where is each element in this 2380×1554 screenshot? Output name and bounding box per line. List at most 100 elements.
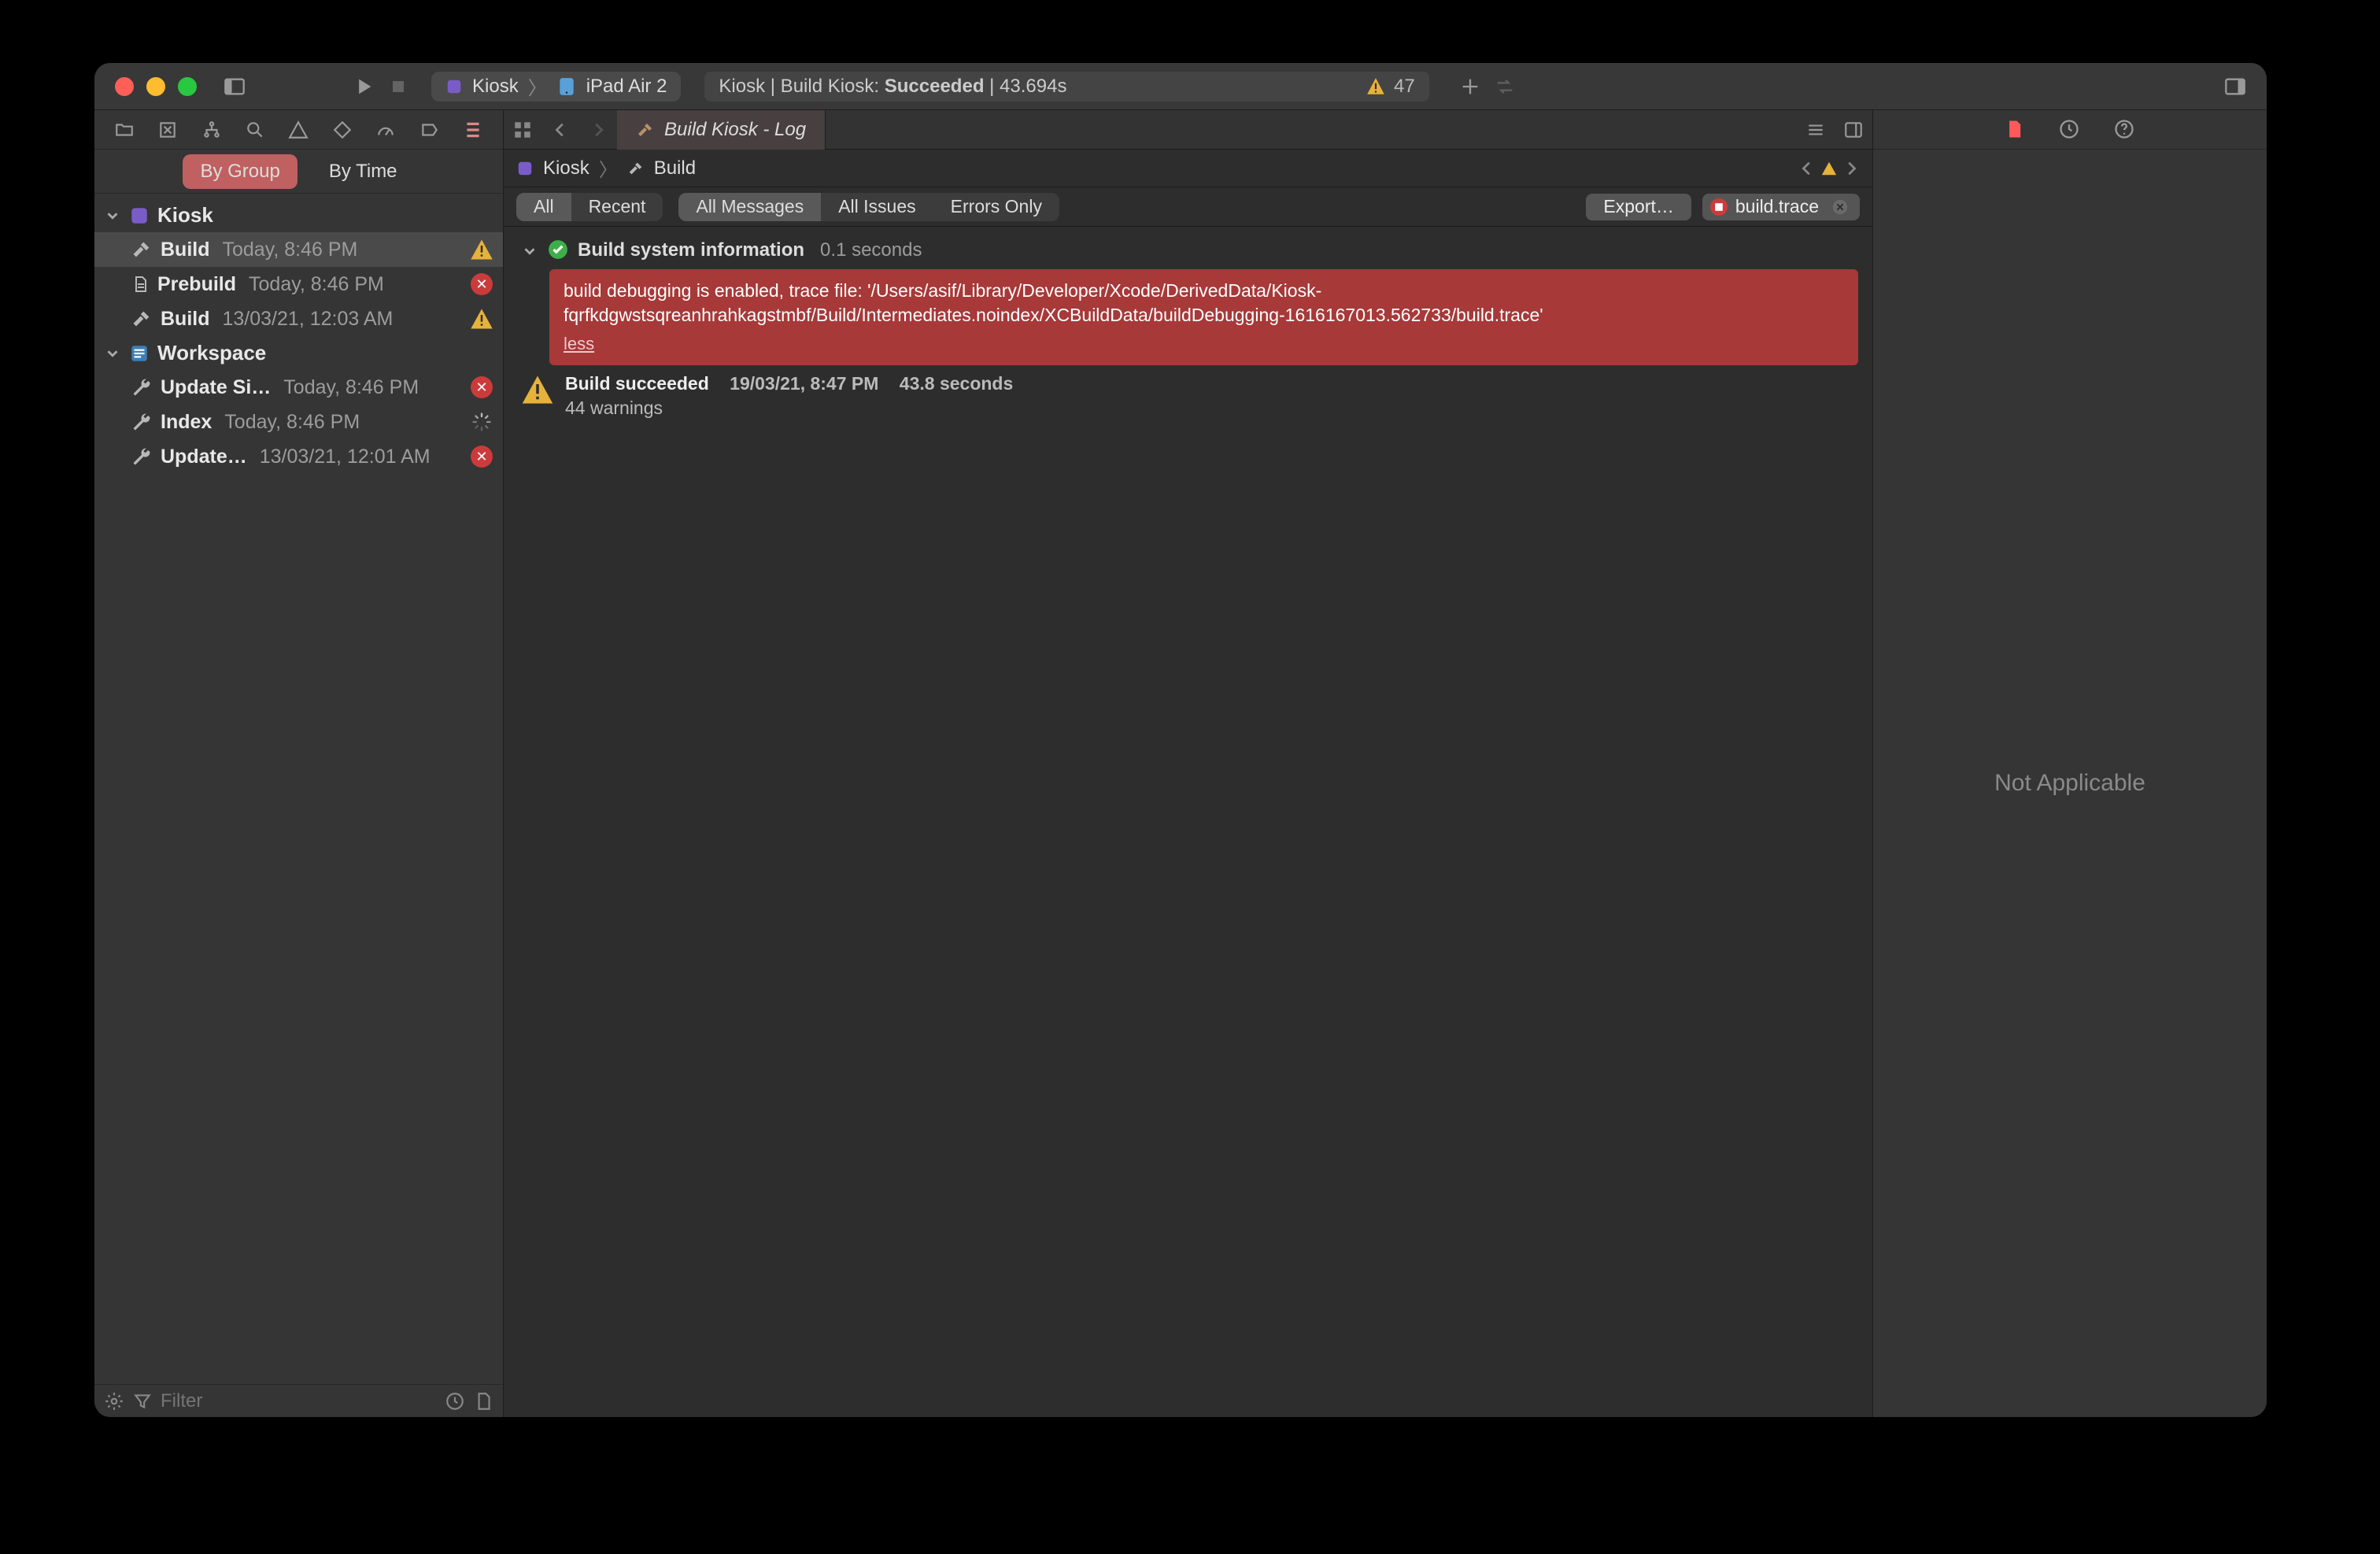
clock-icon[interactable] [445,1391,465,1412]
forward-button[interactable] [579,111,617,149]
project-navigator-tab[interactable] [113,118,136,142]
crumb-project: Kiosk [543,157,589,179]
code-review-button[interactable] [1488,69,1522,104]
document-icon [131,275,150,294]
report-item-time: Today, 8:46 PM [283,376,419,399]
report-item-label: Build [161,308,210,331]
report-item[interactable]: Build 13/03/21, 12:03 AM [94,302,503,336]
zoom-window-button[interactable] [178,77,197,96]
filter-all-issues[interactable]: All Issues [821,193,933,221]
status-warning-count[interactable]: 47 [1366,76,1415,98]
report-item-label: Index [161,411,212,434]
toggle-inspector-button[interactable] [2218,69,2252,104]
x-circle-icon [1831,198,1849,216]
report-item[interactable]: Build Today, 8:46 PM [94,232,503,267]
trace-label: build.trace [1735,196,1819,217]
report-navigator-tab[interactable] [461,118,485,142]
warning-triangle-icon [470,307,493,331]
filter-recent[interactable]: Recent [571,193,663,221]
filter-input[interactable] [161,1390,437,1412]
toggle-navigator-button[interactable] [217,69,252,104]
add-editor-button[interactable] [1453,69,1488,104]
by-group-button[interactable]: By Group [183,154,297,189]
warning-triangle-icon[interactable] [1820,160,1838,177]
report-item-label: Update… [161,446,247,468]
titlebar: Kiosk 〉 iPad Air 2 Kiosk | Build Kiosk: … [94,63,2267,110]
folder-icon [114,120,135,140]
square-x-icon [157,120,178,140]
clear-trace-button[interactable] [1831,198,1849,216]
breakpoint-navigator-tab[interactable] [418,118,442,142]
wrench-icon [131,446,153,468]
grid-icon [512,120,533,140]
back-button[interactable] [541,111,579,149]
minimize-window-button[interactable] [146,77,165,96]
scope-segment: All Recent [516,193,663,221]
plus-icon [1459,76,1481,98]
help-inspector-tab[interactable] [2113,118,2137,142]
report-item-time: Today, 8:46 PM [224,411,360,434]
report-item[interactable]: Prebuild Today, 8:46 PM ✕ [94,267,503,302]
filter-all-messages[interactable]: All Messages [678,193,821,221]
by-time-button[interactable]: By Time [312,154,415,189]
less-toggle[interactable]: less [564,332,594,356]
related-items-button[interactable] [504,111,541,149]
source-control-navigator-tab[interactable] [156,118,179,142]
chevron-down-icon [521,242,538,260]
adjust-editor-button[interactable] [1797,111,1835,149]
export-button[interactable]: Export… [1586,194,1691,220]
sidebar-right-icon [2224,76,2246,98]
gear-icon[interactable] [104,1391,124,1412]
filter-funnel-icon[interactable] [132,1391,153,1412]
report-grouping-segment: By Group By Time [94,150,503,194]
scheme-selector[interactable]: Kiosk 〉 iPad Air 2 [431,72,681,102]
log-filter-bar: All Recent All Messages All Issues Error… [504,187,1872,227]
report-item[interactable]: Index Today, 8:46 PM [94,405,503,439]
warning-triangle-icon [521,373,554,406]
breakpoint-tag-icon [419,120,440,140]
stop-button[interactable] [381,69,416,104]
close-window-button[interactable] [115,77,134,96]
warning-triangle-icon [470,238,493,261]
filter-errors-only[interactable]: Errors Only [933,193,1059,221]
report-item[interactable]: Update Si… Today, 8:46 PM ✕ [94,370,503,405]
scheme-project-label: Kiosk [472,76,519,98]
report-item[interactable]: Update… 13/03/21, 12:01 AM ✕ [94,439,503,474]
activity-status-bar[interactable]: Kiosk | Build Kiosk: Succeeded | 43.694s… [704,72,1428,102]
file-inspector-tab[interactable] [2003,118,2027,142]
hammer-icon [627,160,645,177]
arrows-swap-icon [1494,76,1516,98]
chevron-right-icon[interactable] [1842,160,1860,177]
report-tree: Kiosk Build Today, 8:46 PM Prebuild Toda… [94,194,503,1384]
chevron-right-icon: 〉 [528,72,547,100]
trace-file-pill[interactable]: build.trace [1702,194,1860,220]
log-message-box[interactable]: build debugging is enabled, trace file: … [549,269,1858,365]
run-button[interactable] [346,69,381,104]
report-item-time: Today, 8:46 PM [249,273,384,296]
log-section-header[interactable]: Build system information 0.1 seconds [518,235,1858,266]
wrench-icon [131,376,153,398]
log-header-time: 0.1 seconds [820,239,922,261]
report-item-label: Update Si… [161,376,271,399]
document-icon[interactable] [473,1391,493,1412]
hierarchy-icon [201,120,222,140]
tree-group-kiosk[interactable]: Kiosk [94,198,503,232]
chevron-left-icon[interactable] [1798,160,1816,177]
editor-layout-button[interactable] [1835,111,1872,149]
filter-all[interactable]: All [516,193,571,221]
history-inspector-tab[interactable] [2058,118,2082,142]
report-item-time: 13/03/21, 12:01 AM [260,446,431,468]
editor-tab[interactable]: Build Kiosk - Log [617,110,826,150]
diamond-icon [332,120,353,140]
editor-breadcrumb[interactable]: Kiosk 〉 Build [504,150,1872,187]
debug-navigator-tab[interactable] [374,118,397,142]
issue-navigator-tab[interactable] [286,118,310,142]
symbol-navigator-tab[interactable] [200,118,224,142]
error-badge-icon: ✕ [471,446,493,468]
window-controls [94,77,217,96]
tree-group-workspace[interactable]: Workspace [94,336,503,370]
find-navigator-tab[interactable] [243,118,267,142]
group-label: Workspace [157,341,266,365]
document-icon [2003,118,2025,140]
test-navigator-tab[interactable] [331,118,354,142]
